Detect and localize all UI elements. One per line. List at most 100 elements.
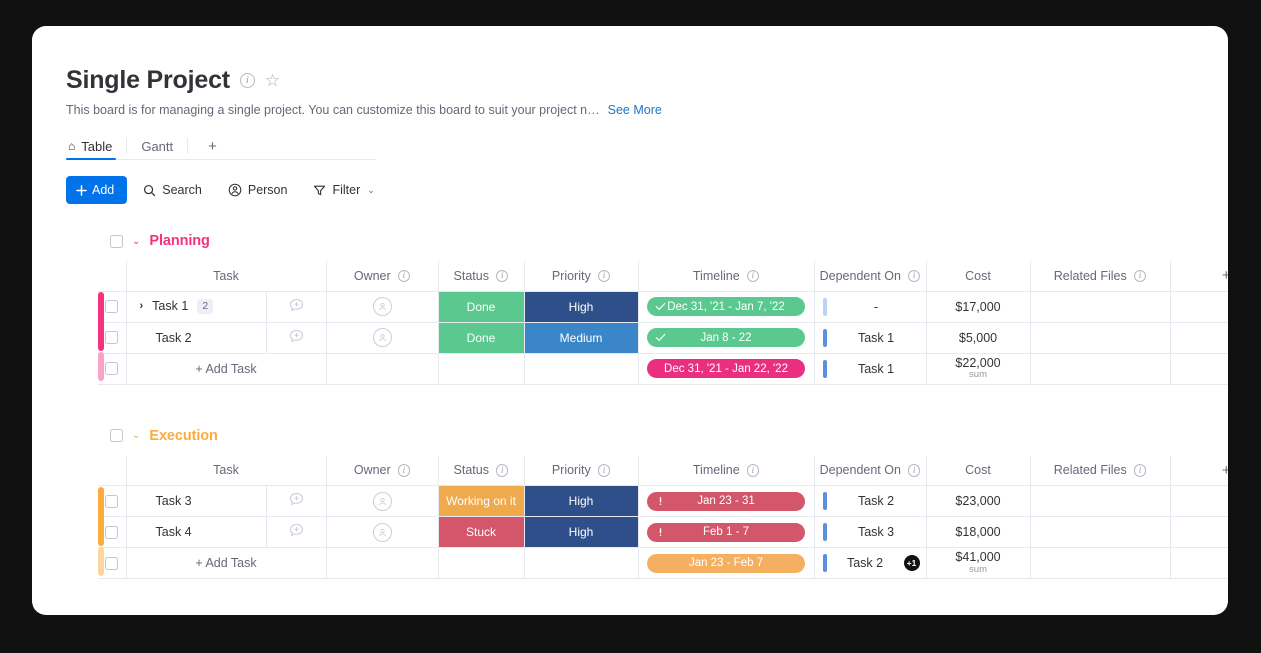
dependent-on-cell[interactable]: Task 2	[813, 485, 927, 517]
related-files-cell[interactable]	[1029, 516, 1171, 548]
timeline-cell[interactable]: Feb 1 - 7	[637, 516, 815, 548]
cost-cell[interactable]: $5,000	[925, 321, 1031, 354]
header-timeline[interactable]: Timeline i	[637, 261, 815, 292]
dependent-on-cell[interactable]: -	[813, 290, 927, 323]
owner-cell[interactable]	[325, 290, 439, 323]
header-priority[interactable]: Priority i	[523, 455, 639, 486]
owner-cell[interactable]	[325, 321, 439, 354]
add-comment-cell[interactable]	[265, 485, 327, 517]
person-button[interactable]: Person	[218, 176, 298, 204]
add-comment-icon[interactable]	[289, 298, 304, 316]
avatar[interactable]	[372, 522, 392, 542]
cost-cell[interactable]: $23,000	[925, 485, 1031, 517]
timeline-pill[interactable]: Jan 23 - 31	[647, 491, 806, 511]
header-dependent-on[interactable]: Dependent On i	[813, 455, 927, 486]
add-comment-icon[interactable]	[289, 523, 304, 541]
summary-timeline-pill[interactable]: Dec 31, '21 - Jan 22, '22	[647, 359, 806, 378]
header-owner[interactable]: Owner i	[325, 261, 439, 292]
row-select-checkbox[interactable]	[105, 525, 119, 539]
dependent-on-cell[interactable]: Task 3	[813, 516, 927, 548]
timeline-cell[interactable]: Jan 23 - 31	[637, 485, 815, 517]
see-more-link[interactable]: See More	[608, 103, 662, 117]
add-column-button[interactable]: +	[1169, 261, 1228, 292]
row-select-checkbox[interactable]	[105, 494, 119, 508]
priority-cell[interactable]: Medium	[523, 321, 639, 354]
summary-dependent-on-cell[interactable]: Task 1	[813, 352, 927, 385]
owner-cell[interactable]	[325, 485, 439, 517]
summary-timeline-pill[interactable]: Jan 23 - Feb 7	[647, 553, 806, 573]
avatar[interactable]	[372, 297, 392, 316]
column-info-icon[interactable]: i	[597, 464, 611, 477]
tab-table[interactable]: ⌂ Table	[66, 133, 126, 160]
avatar[interactable]	[372, 328, 392, 347]
header-cost[interactable]: Cost	[925, 455, 1031, 486]
add-comment-cell[interactable]	[265, 321, 327, 354]
add-comment-cell[interactable]	[265, 516, 327, 548]
row-select-checkbox[interactable]	[105, 300, 119, 313]
add-task-button[interactable]: + Add Task	[125, 547, 327, 579]
status-cell[interactable]: Done	[437, 290, 525, 323]
timeline-pill[interactable]: Feb 1 - 7	[647, 522, 806, 542]
summary-cost-cell[interactable]: $22,000 sum	[925, 352, 1031, 385]
column-info-icon[interactable]: i	[495, 464, 509, 477]
timeline-cell[interactable]: Dec 31, '21 - Jan 7, '22	[637, 290, 815, 323]
timeline-pill[interactable]: Jan 8 - 22	[647, 328, 806, 347]
column-info-icon[interactable]: i	[907, 269, 921, 282]
group-collapse-chevron-icon[interactable]: ⌄	[132, 430, 140, 441]
header-timeline[interactable]: Timeline i	[637, 455, 815, 486]
column-info-icon[interactable]: i	[1133, 464, 1147, 477]
summary-timeline-cell[interactable]: Dec 31, '21 - Jan 22, '22	[637, 352, 815, 385]
task-name-cell[interactable]: Task 2	[125, 321, 267, 354]
priority-cell[interactable]: High	[523, 516, 639, 548]
related-files-cell[interactable]	[1029, 321, 1171, 354]
row-select-checkbox[interactable]	[105, 331, 119, 344]
summary-cost-cell[interactable]: $41,000 sum	[925, 547, 1031, 579]
search-button[interactable]: Search	[133, 176, 212, 204]
column-info-icon[interactable]: i	[397, 269, 411, 282]
status-cell[interactable]: Stuck	[437, 516, 525, 548]
add-task-checkbox[interactable]	[105, 362, 119, 375]
header-dependent-on[interactable]: Dependent On i	[813, 261, 927, 292]
header-status[interactable]: Status i	[437, 455, 525, 486]
status-cell[interactable]: Working on it	[437, 485, 525, 517]
add-task-checkbox[interactable]	[105, 556, 119, 570]
group-select-checkbox[interactable]	[110, 429, 123, 442]
board-info-icon[interactable]: i	[239, 73, 255, 88]
related-files-cell[interactable]	[1029, 290, 1171, 323]
column-info-icon[interactable]: i	[397, 464, 411, 477]
expand-subtasks-icon[interactable]: ›	[140, 300, 144, 312]
tab-gantt[interactable]: Gantt	[139, 133, 187, 159]
summary-dependent-on-cell[interactable]: Task 2 +1	[813, 547, 927, 579]
favorite-star-icon[interactable]: ☆	[265, 72, 280, 89]
add-view-button[interactable]: +	[200, 133, 225, 159]
dependent-on-cell[interactable]: Task 1	[813, 321, 927, 354]
column-info-icon[interactable]: i	[597, 269, 611, 282]
header-related-files[interactable]: Related Files i	[1029, 261, 1171, 292]
cost-cell[interactable]: $18,000	[925, 516, 1031, 548]
owner-cell[interactable]	[325, 516, 439, 548]
avatar[interactable]	[372, 491, 392, 511]
header-priority[interactable]: Priority i	[523, 261, 639, 292]
status-cell[interactable]: Done	[437, 321, 525, 354]
header-task[interactable]: Task	[125, 455, 327, 486]
add-button[interactable]: Add	[66, 176, 128, 204]
column-info-icon[interactable]: i	[1133, 269, 1147, 282]
priority-cell[interactable]: High	[523, 485, 639, 517]
add-task-button[interactable]: + Add Task	[125, 352, 327, 385]
add-comment-cell[interactable]	[265, 290, 327, 323]
column-info-icon[interactable]: i	[746, 464, 760, 477]
summary-timeline-cell[interactable]: Jan 23 - Feb 7	[637, 547, 815, 579]
add-comment-icon[interactable]	[289, 329, 304, 347]
add-comment-icon[interactable]	[289, 492, 304, 510]
timeline-pill[interactable]: Dec 31, '21 - Jan 7, '22	[647, 297, 806, 316]
group-select-checkbox[interactable]	[110, 234, 123, 248]
column-info-icon[interactable]: i	[495, 269, 509, 282]
extra-dependencies-badge[interactable]: +1	[903, 555, 920, 571]
group-collapse-chevron-icon[interactable]: ⌄	[132, 236, 140, 247]
column-info-icon[interactable]: i	[907, 464, 921, 477]
header-task[interactable]: Task	[125, 261, 327, 292]
related-files-cell[interactable]	[1029, 485, 1171, 517]
cost-cell[interactable]: $17,000	[925, 290, 1031, 323]
filter-button[interactable]: Filter ⌄	[303, 176, 384, 204]
header-related-files[interactable]: Related Files i	[1029, 455, 1171, 486]
